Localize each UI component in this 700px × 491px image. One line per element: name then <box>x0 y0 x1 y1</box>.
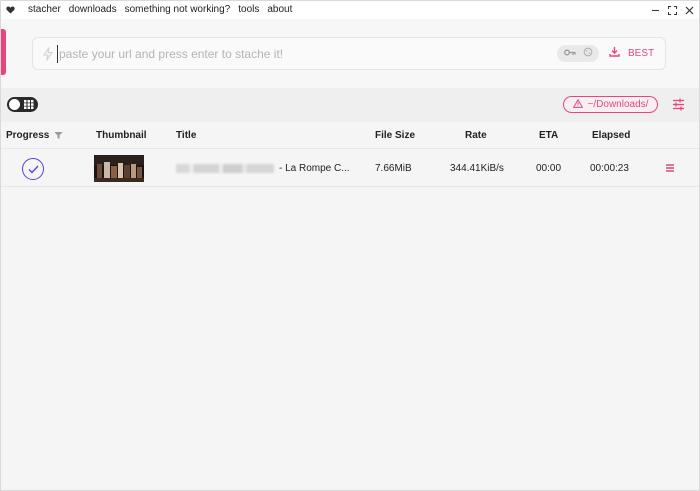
download-icon <box>609 46 620 60</box>
warning-icon <box>572 98 583 111</box>
url-section: BEST <box>1 19 699 87</box>
key-icon <box>563 48 576 59</box>
minimize-icon[interactable] <box>650 5 661 16</box>
header-elapsed[interactable]: Elapsed <box>592 122 630 149</box>
table-header: Progress Thumbnail Title File Size Rate … <box>1 122 699 149</box>
header-thumbnail[interactable]: Thumbnail <box>96 122 147 149</box>
header-progress[interactable]: Progress <box>6 122 49 149</box>
toolbar: ~/Downloads/ <box>1 88 699 122</box>
bolt-icon <box>42 47 54 61</box>
row-elapsed: 00:00:23 <box>590 163 629 174</box>
window-controls <box>650 1 695 19</box>
heart-icon <box>6 1 20 19</box>
header-title[interactable]: Title <box>176 122 196 149</box>
toggle-knob <box>9 99 20 110</box>
download-path-button[interactable]: ~/Downloads/ <box>563 96 658 113</box>
url-box: BEST <box>32 37 666 70</box>
filter-icon[interactable] <box>54 131 63 140</box>
header-file-size[interactable]: File Size <box>375 122 415 149</box>
view-toggle[interactable] <box>7 97 38 112</box>
row-eta: 00:00 <box>536 163 562 174</box>
close-icon[interactable] <box>684 5 695 16</box>
table-row[interactable]: - La Rompe C... 7.66MiB 344.41KiB/s 00:0… <box>1 150 699 187</box>
menu-stacher[interactable]: stacher <box>28 1 61 19</box>
menu-tools[interactable]: tools <box>238 1 259 19</box>
download-path-label: ~/Downloads/ <box>587 99 649 110</box>
url-input[interactable] <box>57 45 547 63</box>
download-format-button[interactable]: BEST <box>609 44 654 62</box>
row-rate: 344.41KiB/s <box>450 163 504 174</box>
sliders-icon[interactable] <box>672 98 685 111</box>
title-redacted <box>176 164 274 173</box>
header-eta[interactable]: ETA <box>539 122 558 149</box>
maximize-icon[interactable] <box>667 5 678 16</box>
cookie-icon <box>583 47 593 60</box>
menu-bar: stacher downloads something not working?… <box>1 1 699 19</box>
menu-about[interactable]: about <box>267 1 292 19</box>
thumbnail-image[interactable] <box>94 155 144 182</box>
grid-icon <box>24 100 34 109</box>
menu-downloads[interactable]: downloads <box>69 1 117 19</box>
accent-bar <box>1 29 6 75</box>
format-label: BEST <box>628 47 655 59</box>
app-window: stacher downloads something not working?… <box>0 0 700 491</box>
row-menu-icon[interactable] <box>665 163 675 173</box>
row-file-size: 7.66MiB <box>375 163 412 174</box>
header-rate[interactable]: Rate <box>465 122 487 149</box>
row-title: - La Rompe C... <box>279 163 350 174</box>
menu-something-not-working[interactable]: something not working? <box>125 1 231 19</box>
auth-pill[interactable] <box>557 45 599 62</box>
complete-check-icon <box>22 158 44 180</box>
